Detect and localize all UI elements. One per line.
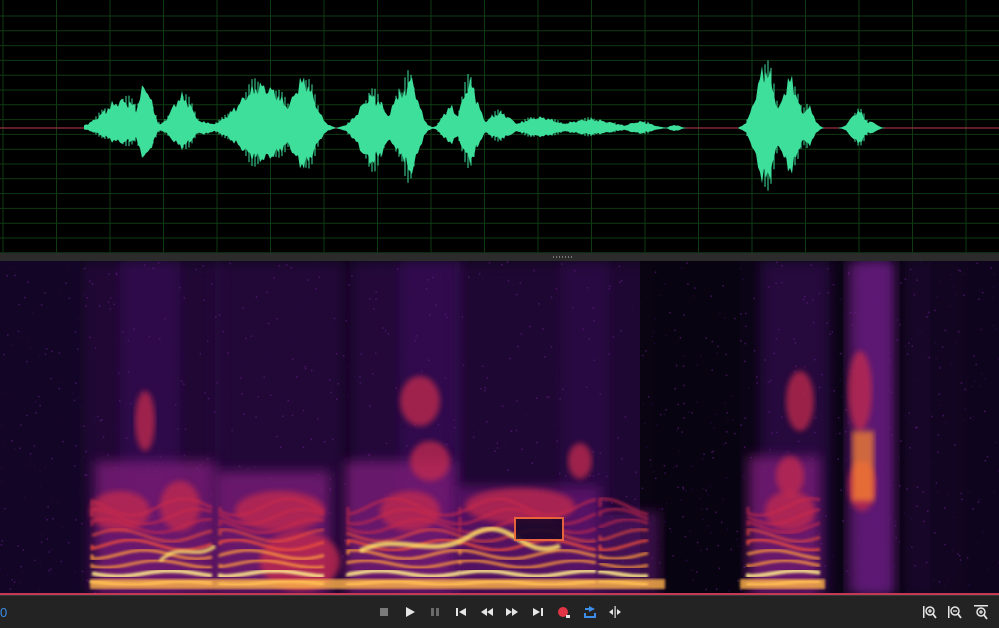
spectrogram-panel[interactable]	[0, 261, 999, 595]
stop-icon[interactable]	[376, 604, 392, 620]
zoom-in-icon[interactable]	[922, 604, 938, 620]
spectrogram-display[interactable]	[0, 261, 999, 595]
panel-splitter[interactable]	[0, 253, 999, 261]
loop-icon[interactable]	[582, 604, 598, 620]
zoom-selection-icon[interactable]	[973, 604, 989, 620]
skip-to-end-icon[interactable]	[530, 604, 546, 620]
record-icon[interactable]	[556, 604, 572, 620]
splitter-grip[interactable]	[553, 256, 573, 258]
skip-to-start-icon[interactable]	[453, 604, 469, 620]
rewind-icon[interactable]	[479, 604, 495, 620]
fast-forward-icon[interactable]	[504, 604, 520, 620]
waveform-display[interactable]	[0, 0, 999, 253]
waveform-trace	[84, 60, 900, 190]
transport-bar: 0	[0, 595, 999, 628]
waveform-panel[interactable]	[0, 0, 999, 253]
time-readout[interactable]: 0	[0, 605, 7, 620]
pause-icon[interactable]	[427, 604, 443, 620]
skip-selection-icon[interactable]	[607, 604, 623, 620]
play-icon[interactable]	[402, 604, 418, 620]
zoom-out-icon[interactable]	[947, 604, 963, 620]
